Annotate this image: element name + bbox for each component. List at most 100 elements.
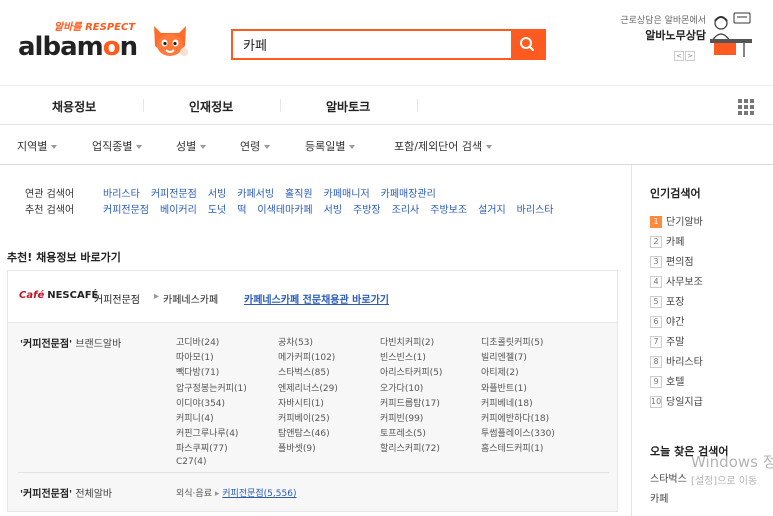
- all-coffee-jobs-link[interactable]: 커피전문점(5,556): [222, 489, 296, 499]
- brand-link[interactable]: 자바시티(1): [278, 396, 324, 409]
- filter-region[interactable]: 지역별: [17, 138, 58, 154]
- brand-link[interactable]: 커피드롭탑(17): [380, 396, 440, 409]
- popular-search-label: 야간: [666, 317, 685, 328]
- breadcrumb-arrow-icon: ▸: [214, 489, 220, 499]
- filter-age[interactable]: 연령: [240, 138, 271, 154]
- popular-search-label: 포장: [666, 297, 685, 308]
- logo-tagline: 알바를 RESPECT: [54, 22, 136, 33]
- popular-search-item[interactable]: 10 당일지급: [650, 393, 703, 408]
- banner-next-button[interactable]: >: [685, 51, 695, 61]
- brand-link[interactable]: 와플반트(1): [481, 381, 527, 394]
- brand-link[interactable]: 고디바(24): [176, 335, 219, 348]
- today-search-item[interactable]: 카페: [650, 490, 668, 505]
- brand-link[interactable]: 공차(53): [278, 335, 313, 348]
- labor-consult-banner[interactable]: 근로상담은 알바몬에서 알바노무상담 < >: [604, 11, 769, 71]
- related-keyword-link[interactable]: 바리스타: [103, 189, 140, 200]
- nescafe-logo[interactable]: Café NESCAFÉ: [19, 290, 98, 301]
- brand-link[interactable]: 투썸플레이스(330): [481, 426, 555, 439]
- brand-link[interactable]: 토프레소(5): [380, 426, 426, 439]
- brand-link[interactable]: 빌리엔젤(7): [481, 350, 527, 363]
- popular-search-label: 사무보조: [666, 277, 703, 288]
- filter-registered-date[interactable]: 등록일별: [305, 138, 356, 154]
- brand-link[interactable]: 아리스타커피(5): [380, 365, 442, 378]
- counselor-illustration-icon: [710, 12, 752, 57]
- site-header: 알바를 RESPECT albamon 근로상담은 알바몬에서 알바노무상담 <…: [0, 0, 773, 86]
- brand-link[interactable]: 아티제(2): [481, 365, 519, 378]
- search-input[interactable]: [233, 31, 511, 58]
- related-keyword-link[interactable]: 카페서빙: [237, 189, 274, 200]
- brand-link[interactable]: 따아모(1): [176, 350, 214, 363]
- recommended-keyword-link[interactable]: 서빙: [324, 205, 342, 216]
- brand-link[interactable]: 엔제리너스(29): [278, 381, 338, 394]
- filter-gender[interactable]: 성별: [176, 138, 207, 154]
- brand-link[interactable]: 폴바셋(9): [278, 441, 316, 454]
- brand-link[interactable]: C27(4): [176, 457, 207, 467]
- brand-link[interactable]: 커피니(4): [176, 411, 214, 424]
- brand-link[interactable]: 디초콜릿커피(5): [481, 335, 543, 348]
- brand-link[interactable]: 홈스테드커피(1): [481, 441, 543, 454]
- recommended-keyword-link[interactable]: 주방보조: [430, 205, 467, 216]
- related-keyword-link[interactable]: 홀직원: [285, 189, 313, 200]
- all-menu-grid-icon[interactable]: [737, 98, 756, 117]
- popular-search-label: 호텔: [666, 377, 685, 388]
- chevron-down-icon: [136, 145, 143, 149]
- popular-search-item[interactable]: 3 편의점: [650, 253, 694, 268]
- recommended-keyword-link[interactable]: 조리사: [392, 205, 420, 216]
- popular-search-label: 단기알바: [666, 217, 703, 228]
- recommended-keyword-link[interactable]: 떡: [237, 205, 246, 216]
- popular-search-item[interactable]: 8 바리스타: [650, 353, 703, 368]
- brand-link[interactable]: 커피빈(99): [380, 411, 423, 424]
- recommended-keyword-link[interactable]: 주방장: [353, 205, 381, 216]
- nav-job-info[interactable]: 채용정보: [52, 98, 96, 115]
- chevron-down-icon: [51, 145, 58, 149]
- popular-search-item[interactable]: 4 사무보조: [650, 273, 703, 288]
- brand-link[interactable]: 다빈치커피(2): [380, 335, 434, 348]
- brand-link[interactable]: 파스쿠찌(77): [176, 441, 228, 454]
- filter-keyword-include-exclude[interactable]: 포함/제외단어 검색: [394, 138, 493, 154]
- nav-alba-talk[interactable]: 알바토크: [326, 98, 370, 115]
- brand-link[interactable]: 탐앤탐스(46): [278, 426, 330, 439]
- popular-search-item[interactable]: 7 주말: [650, 333, 684, 348]
- brand-link[interactable]: 메가커피(102): [278, 350, 335, 363]
- popular-search-label: 당일지급: [666, 397, 703, 408]
- popular-search-item[interactable]: 2 카페: [650, 233, 684, 248]
- brand-link[interactable]: 스타벅스(85): [278, 365, 330, 378]
- recommended-keyword-link[interactable]: 설거지: [478, 205, 506, 216]
- nav-divider: [417, 99, 418, 112]
- related-keyword-link[interactable]: 카페매장관리: [381, 189, 436, 200]
- popular-search-item[interactable]: 6 야간: [650, 313, 684, 328]
- nav-talent-info[interactable]: 인재정보: [189, 98, 233, 115]
- related-keyword-link[interactable]: 커피전문점: [151, 189, 197, 200]
- search-button[interactable]: [511, 31, 544, 58]
- recommended-keyword-link[interactable]: 도넛: [208, 205, 226, 216]
- brand-link[interactable]: 빽다방(71): [176, 365, 219, 378]
- related-keyword-link[interactable]: 서빙: [208, 189, 226, 200]
- brand-link[interactable]: 커핀그루나루(4): [176, 426, 238, 439]
- filter-job-type[interactable]: 업직종별: [92, 138, 143, 154]
- recommended-keyword-link[interactable]: 커피전문점: [103, 205, 149, 216]
- brand-link[interactable]: 할리스커피(72): [380, 441, 440, 454]
- rank-badge: 5: [650, 296, 662, 308]
- brand-link[interactable]: 오가다(10): [380, 381, 423, 394]
- recommended-keyword-link[interactable]: 베이커리: [160, 205, 197, 216]
- brand-link[interactable]: 커피베이(25): [278, 411, 330, 424]
- brand-link[interactable]: 압구정봉는커피(1): [176, 381, 247, 394]
- banner-prev-button[interactable]: <: [674, 51, 684, 61]
- popular-search-item[interactable]: 1 단기알바: [650, 213, 703, 228]
- popular-search-item[interactable]: 9 호텔: [650, 373, 684, 388]
- popular-search-item[interactable]: 5 포장: [650, 293, 684, 308]
- brand-link[interactable]: 커피에반하다(18): [481, 411, 549, 424]
- nav-divider: [143, 99, 144, 112]
- breadcrumb-arrow-icon: ▸: [154, 291, 160, 302]
- brand-link[interactable]: 이디야(354): [176, 396, 225, 409]
- brand-recruit-link[interactable]: 카페네스카페 전문채용관 바로가기: [244, 291, 389, 306]
- brand-link[interactable]: 빈스빈스(1): [380, 350, 426, 363]
- recommended-keyword-link[interactable]: 바리스타: [517, 205, 554, 216]
- popular-searches-title: 인기검색어: [650, 187, 701, 200]
- brand-link[interactable]: 커피베네(18): [481, 396, 533, 409]
- filter-bar: 지역별 업직종별 성별 연령 등록일별 포함/제외단어 검색: [0, 125, 773, 165]
- recommended-keyword-link[interactable]: 이색테마카페: [257, 205, 312, 216]
- today-search-item[interactable]: 스타벅스: [650, 470, 687, 485]
- recommended-shortcut-title: 추천! 채용정보 바로가기: [7, 251, 121, 264]
- related-keyword-link[interactable]: 카페매니저: [324, 189, 370, 200]
